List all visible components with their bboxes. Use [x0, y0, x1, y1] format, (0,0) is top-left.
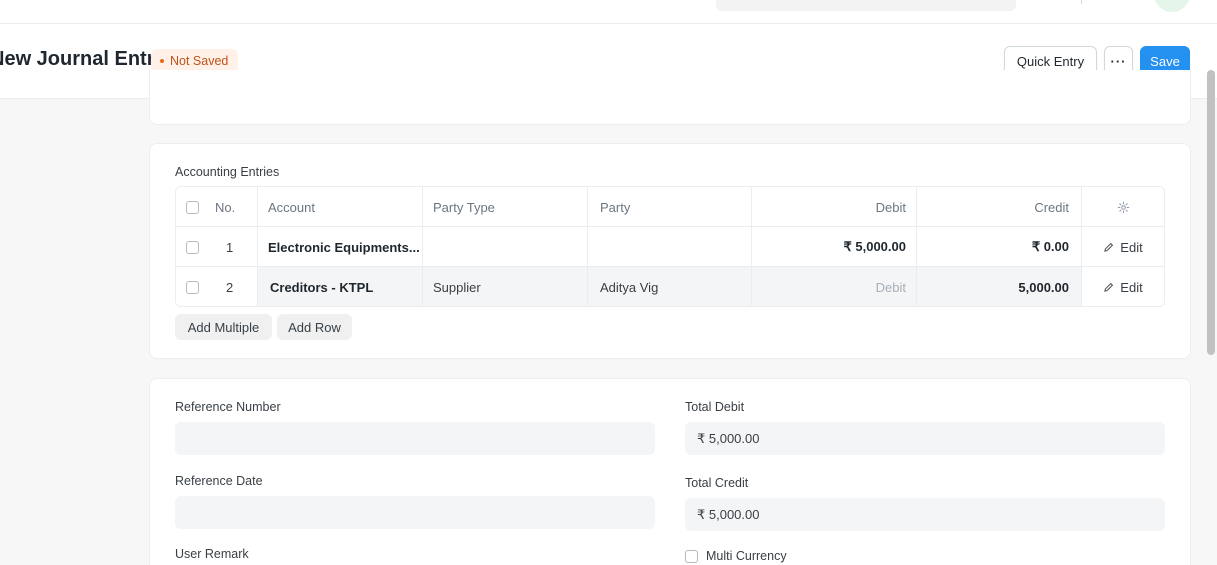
row-number: 2: [208, 267, 258, 306]
multi-currency-toggle[interactable]: Multi Currency: [685, 549, 787, 563]
debit-input[interactable]: Debit: [752, 267, 917, 306]
credit-input[interactable]: 5,000.00: [917, 267, 1082, 306]
add-row-button[interactable]: Add Row: [277, 314, 352, 340]
row-checkbox[interactable]: [185, 240, 199, 254]
account-cell[interactable]: Creditors - KTPL: [258, 267, 423, 306]
account-cell[interactable]: Electronic Equipments...: [258, 227, 423, 267]
accounting-entries-section: Accounting Entries No. Account Party Typ…: [149, 143, 1191, 359]
accounting-entries-table: No. Account Party Type Party Debit Credi…: [175, 186, 1165, 307]
reference-number-label: Reference Number: [175, 400, 281, 414]
table-row[interactable]: 2 Creditors - KTPL Supplier Aditya Vig D…: [176, 267, 1164, 306]
reference-date-label: Reference Date: [175, 474, 263, 488]
reference-number-input[interactable]: [175, 422, 655, 455]
total-debit-field: ₹ 5,000.00: [685, 422, 1165, 455]
row-checkbox[interactable]: [185, 280, 199, 294]
row-number: 1: [208, 227, 258, 267]
page-scrollbar[interactable]: [1205, 70, 1217, 355]
navbar-divider: [1081, 0, 1082, 4]
table-header-row: No. Account Party Type Party Debit Credi…: [176, 187, 1164, 227]
party-type-cell[interactable]: [423, 227, 588, 267]
pencil-icon: [1104, 282, 1114, 292]
search-bar[interactable]: [716, 0, 1016, 11]
col-party: Party: [588, 187, 752, 227]
reference-date-input[interactable]: [175, 496, 655, 529]
col-no: No.: [208, 187, 258, 227]
col-account: Account: [258, 187, 423, 227]
reference-section: Reference Number Reference Date User Rem…: [149, 378, 1191, 565]
add-multiple-button[interactable]: Add Multiple: [175, 314, 272, 340]
edit-label: Edit: [1120, 279, 1143, 295]
party-cell[interactable]: Aditya Vig: [588, 267, 752, 306]
party-type-cell[interactable]: Supplier: [423, 267, 588, 306]
row-number-text: 2: [226, 279, 234, 295]
status-dot-icon: [160, 59, 164, 63]
debit-cell[interactable]: ₹ 5,000.00: [752, 227, 917, 267]
credit-cell[interactable]: ₹ 0.00: [917, 227, 1082, 267]
total-credit-label: Total Credit: [685, 476, 749, 490]
accounting-entries-label: Accounting Entries: [175, 165, 280, 179]
row-edit-button[interactable]: Edit: [1082, 267, 1164, 306]
select-all-cell: [176, 187, 208, 227]
multi-currency-label: Multi Currency: [706, 549, 787, 563]
user-remark-label: User Remark: [175, 547, 249, 561]
scrollbar-thumb[interactable]: [1207, 70, 1215, 355]
select-all-checkbox[interactable]: [185, 200, 199, 214]
col-debit: Debit: [752, 187, 917, 227]
party-cell[interactable]: [588, 227, 752, 267]
col-party-type: Party Type: [423, 187, 588, 227]
gear-icon: [1117, 201, 1129, 213]
avatar[interactable]: [1154, 0, 1190, 12]
row-select-cell: [176, 227, 208, 267]
multi-currency-checkbox[interactable]: [685, 549, 698, 563]
total-debit-label: Total Debit: [685, 400, 745, 414]
form-section-top: [149, 70, 1191, 125]
status-text: Not Saved: [170, 54, 229, 68]
navbar: [0, 0, 1217, 24]
pencil-icon: [1104, 242, 1114, 252]
column-settings-button[interactable]: [1082, 187, 1164, 227]
row-edit-button[interactable]: Edit: [1082, 227, 1164, 267]
edit-label: Edit: [1120, 239, 1143, 255]
col-credit: Credit: [917, 187, 1082, 227]
total-credit-field: ₹ 5,000.00: [685, 498, 1165, 531]
row-select-cell: [176, 267, 208, 306]
account-text: Creditors - KTPL: [270, 279, 374, 295]
row-number-text: 1: [226, 239, 234, 255]
page-title: New Journal Entry: [0, 48, 166, 70]
table-row[interactable]: 1 Electronic Equipments... ₹ 5,000.00 ₹ …: [176, 227, 1164, 267]
